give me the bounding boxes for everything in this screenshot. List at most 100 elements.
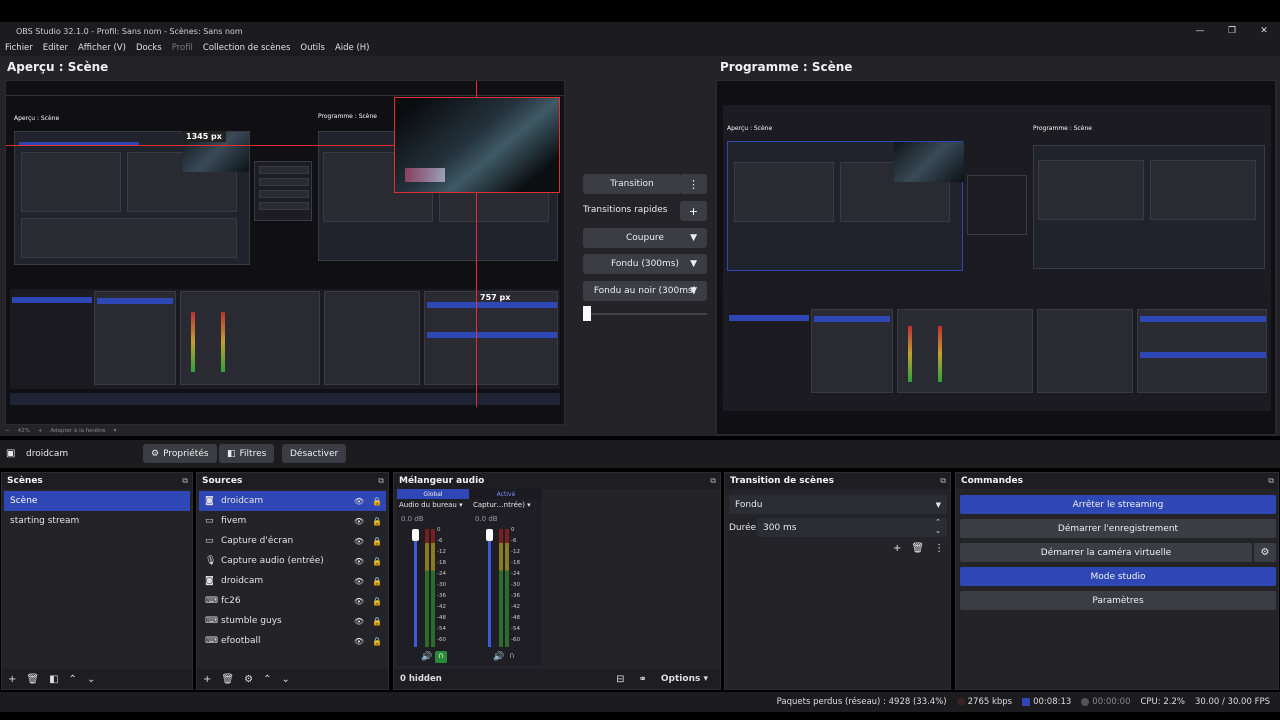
eye-icon[interactable]: 👁 bbox=[350, 497, 368, 506]
droidcam-source-frame[interactable] bbox=[394, 97, 560, 193]
trash-icon[interactable]: 🗑 bbox=[26, 674, 39, 685]
spin-arrows-icon[interactable]: ⌃ ⌄ bbox=[935, 518, 941, 536]
volume-slider-track[interactable] bbox=[488, 529, 491, 647]
zoom-in-button[interactable]: + bbox=[38, 428, 43, 434]
tab-active[interactable]: Activé bbox=[470, 489, 542, 499]
eye-icon[interactable]: 👁 bbox=[350, 617, 368, 626]
maximize-icon[interactable]: ❐ bbox=[1216, 26, 1248, 36]
preview-canvas[interactable]: Aperçu : Scène Programme : Scène 1345 px… bbox=[5, 80, 565, 425]
gear-icon[interactable]: ⚙ bbox=[244, 674, 253, 685]
eye-icon[interactable]: 👁 bbox=[350, 537, 368, 546]
menu-fichier[interactable]: Fichier bbox=[5, 43, 33, 53]
eye-icon[interactable]: 👁 bbox=[350, 637, 368, 646]
menu-outils[interactable]: Outils bbox=[300, 43, 325, 53]
options-button[interactable]: Options ▾ bbox=[661, 674, 708, 684]
menu-afficher[interactable]: Afficher (V) bbox=[78, 43, 126, 53]
filter-icon: ◧ bbox=[227, 448, 236, 459]
arrow-up-icon[interactable]: ⌃ bbox=[69, 674, 77, 685]
add-icon[interactable]: + bbox=[8, 674, 16, 685]
inner-preview-title: Aperçu : Scène bbox=[14, 115, 60, 122]
lock-icon[interactable]: 🔒 bbox=[368, 577, 386, 586]
eye-icon[interactable]: 👁 bbox=[350, 517, 368, 526]
volume-slider-handle[interactable] bbox=[412, 529, 419, 541]
more-icon[interactable]: ⋮ bbox=[934, 543, 944, 554]
eye-icon[interactable]: 👁 bbox=[350, 557, 368, 566]
volume-slider-track[interactable] bbox=[414, 529, 417, 647]
level-meter bbox=[425, 529, 429, 647]
source-item[interactable]: ◙ droidcam 👁 🔒 bbox=[199, 571, 386, 591]
float-icon[interactable]: ⧉ bbox=[940, 476, 946, 486]
source-item[interactable]: 🎙 Capture audio (entrée) 👁 🔒 bbox=[199, 551, 386, 571]
channel-2-name[interactable]: Captur…ntrée) ▾ bbox=[473, 501, 531, 509]
properties-button[interactable]: ⚙ Propriétés bbox=[143, 444, 217, 463]
quick-transition-cut[interactable]: Coupure ▼ bbox=[583, 228, 707, 248]
start-virtual-camera-button[interactable]: Démarrer la caméra virtuelle bbox=[960, 543, 1252, 562]
filter-icon[interactable]: ◧ bbox=[49, 674, 58, 685]
link-icon[interactable]: ⚭ bbox=[639, 674, 647, 685]
zoom-out-button[interactable]: − bbox=[5, 428, 10, 434]
volume-slider-handle[interactable] bbox=[486, 529, 493, 541]
settings-button[interactable]: Paramètres bbox=[960, 591, 1276, 610]
speaker-icon[interactable]: 🔊 bbox=[493, 652, 504, 662]
eye-icon[interactable]: 👁 bbox=[350, 577, 368, 586]
start-recording-button[interactable]: Démarrer l'enregistrement bbox=[960, 519, 1276, 538]
float-icon[interactable]: ⧉ bbox=[378, 476, 384, 486]
transition-button[interactable]: Transition bbox=[583, 174, 681, 194]
close-icon[interactable]: ✕ bbox=[1248, 26, 1280, 36]
lock-icon[interactable]: 🔒 bbox=[368, 517, 386, 526]
source-item[interactable]: ⌨ fc26 👁 🔒 bbox=[199, 591, 386, 611]
lock-icon[interactable]: 🔒 bbox=[368, 617, 386, 626]
menu-aide[interactable]: Aide (H) bbox=[335, 43, 370, 53]
transition-menu-icon[interactable]: ⋮ bbox=[680, 174, 707, 194]
arrow-down-icon[interactable]: ⌄ bbox=[87, 674, 95, 685]
lock-icon[interactable]: 🔒 bbox=[368, 537, 386, 546]
add-icon[interactable]: + bbox=[893, 543, 901, 554]
trash-icon[interactable]: 🗑 bbox=[911, 543, 924, 554]
lock-icon[interactable]: 🔒 bbox=[368, 597, 386, 606]
menu-docks[interactable]: Docks bbox=[136, 43, 162, 53]
source-item[interactable]: ▭ Capture d'écran 👁 🔒 bbox=[199, 531, 386, 551]
lock-icon[interactable]: 🔒 bbox=[368, 557, 386, 566]
arrow-up-icon[interactable]: ⌃ bbox=[263, 674, 271, 685]
source-item[interactable]: ⌨ stumble guys 👁 🔒 bbox=[199, 611, 386, 631]
channel-1-name[interactable]: Audio du bureau ▾ bbox=[399, 501, 463, 509]
sources-title: Sources bbox=[202, 476, 243, 486]
stop-streaming-button[interactable]: Arrêter le streaming bbox=[960, 495, 1276, 514]
monitor-icon: ▭ bbox=[205, 536, 214, 546]
eye-icon[interactable]: 👁 bbox=[350, 597, 368, 606]
minimize-icon[interactable]: — bbox=[1184, 26, 1216, 36]
studio-mode-button[interactable]: Mode studio bbox=[960, 567, 1276, 586]
fit-window-select[interactable]: Adapter à la fenêtre bbox=[50, 428, 105, 434]
add-quick-transition-icon[interactable]: + bbox=[680, 201, 707, 221]
scene-item[interactable]: Scène bbox=[4, 491, 190, 511]
source-item[interactable]: ▭ fivem 👁 🔒 bbox=[199, 511, 386, 531]
source-item[interactable]: ◙ droidcam 👁 🔒 bbox=[199, 491, 386, 511]
lock-icon[interactable]: 🔒 bbox=[368, 497, 386, 506]
source-item[interactable]: ⌨ efootball 👁 🔒 bbox=[199, 631, 386, 651]
tab-global[interactable]: Global bbox=[397, 489, 469, 499]
tbar-slider[interactable] bbox=[583, 306, 591, 321]
menu-collection-scenes[interactable]: Collection de scènes bbox=[203, 43, 290, 53]
filters-button[interactable]: ◧ Filtres bbox=[219, 444, 275, 463]
menu-editer[interactable]: Editer bbox=[43, 43, 68, 53]
trash-icon[interactable]: 🗑 bbox=[221, 674, 234, 685]
duration-spinbox[interactable]: 300 ms ⌃ ⌄ bbox=[757, 518, 947, 537]
quick-transition-fade-black[interactable]: Fondu au noir (300ms) ▼ bbox=[583, 281, 707, 301]
transition-select[interactable]: Fondu ▼ bbox=[729, 495, 947, 514]
arrow-down-icon[interactable]: ⌄ bbox=[281, 674, 289, 685]
menu-profil[interactable]: Profil bbox=[172, 43, 193, 53]
lock-icon[interactable]: 🔒 bbox=[368, 637, 386, 646]
float-icon[interactable]: ⧉ bbox=[710, 476, 716, 486]
headphones-icon[interactable]: ∩ bbox=[509, 651, 515, 660]
float-icon[interactable]: ⧉ bbox=[1268, 476, 1274, 486]
fit-chevron-icon[interactable]: ▾ bbox=[114, 428, 117, 434]
speaker-icon[interactable]: 🔊 bbox=[421, 652, 432, 662]
layout-icon[interactable]: ⊟ bbox=[616, 674, 624, 685]
gear-icon[interactable]: ⚙ bbox=[1254, 543, 1276, 562]
scene-item[interactable]: starting stream bbox=[4, 511, 190, 531]
quick-transition-fade[interactable]: Fondu (300ms) ▼ bbox=[583, 254, 707, 274]
deactivate-button[interactable]: Désactiver bbox=[282, 444, 347, 463]
float-icon[interactable]: ⧉ bbox=[182, 476, 188, 486]
headphones-icon[interactable]: ∩ bbox=[435, 651, 447, 663]
add-icon[interactable]: + bbox=[203, 674, 211, 685]
